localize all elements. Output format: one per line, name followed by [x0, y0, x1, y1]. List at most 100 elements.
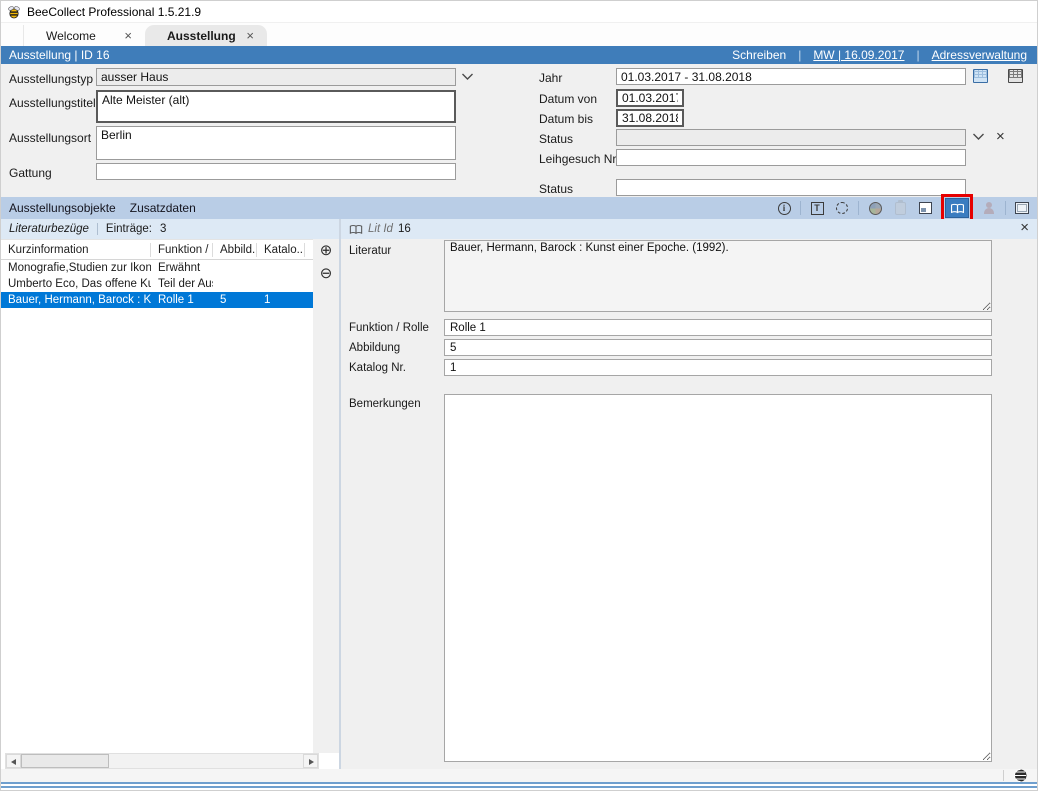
cell-funktion: Erwähnt — [151, 262, 213, 274]
section-toolbar: i T — [775, 194, 1031, 222]
abbildung-input[interactable] — [444, 339, 992, 356]
status-combobox[interactable] — [616, 129, 966, 146]
funktion-rolle-input[interactable] — [444, 319, 992, 336]
add-entry-button[interactable]: ⊕ — [318, 243, 334, 259]
gattung-label: Gattung — [9, 166, 52, 180]
clipboard-icon — [891, 199, 909, 217]
table-row[interactable]: Umberto Eco, Das offene Kunstw... Teil d… — [1, 276, 313, 292]
tab-ausstellung[interactable]: Ausstellung × — [145, 25, 267, 46]
section-bar: Ausstellungsobjekte Zusatzdaten i T — [1, 197, 1037, 219]
literatur-label: Literatur — [349, 245, 391, 257]
gattung-input[interactable] — [96, 163, 456, 180]
ausstellungstitel-textarea[interactable]: Alte Meister (alt) — [96, 90, 456, 123]
text-icon[interactable]: T — [808, 199, 826, 217]
record-header-bar: Ausstellung | ID 16 Schreiben | MW | 16.… — [1, 46, 1037, 64]
adressverwaltung-link[interactable]: Adressverwaltung — [932, 48, 1027, 62]
scrollbar-thumb[interactable] — [21, 754, 109, 768]
literature-table: Kurzinformation Funktion / ... Abbild...… — [1, 239, 313, 753]
tab-ausstellungsobjekte[interactable]: Ausstellungsobjekte — [9, 201, 116, 215]
bee-icon — [7, 5, 21, 19]
scroll-right-icon[interactable] — [303, 754, 318, 768]
window-bottom-border — [1, 782, 1037, 788]
header-separator: | — [798, 48, 801, 62]
column-abbildung[interactable]: Abbild... — [213, 243, 257, 257]
tab-ausstellung-close-icon[interactable]: × — [243, 29, 257, 42]
calendar-icon-blue[interactable] — [973, 69, 988, 83]
literaturbezuege-title: Literaturbezüge — [9, 223, 89, 235]
table-row[interactable]: Monografie,Studien zur Ikonolo... Erwähn… — [1, 260, 313, 276]
jahr-label: Jahr — [539, 71, 562, 85]
status-clear-icon[interactable]: × — [996, 130, 1005, 144]
bemerkungen-textarea[interactable] — [444, 394, 992, 762]
literature-detail-panel: Literatur Bauer, Hermann, Barock : Kunst… — [341, 239, 1038, 769]
toolbar-separator — [1005, 201, 1006, 215]
globe-icon[interactable] — [1014, 769, 1027, 782]
application-window: BeeCollect Professional 1.5.21.9 Welcome… — [0, 0, 1038, 791]
ausstellungsort-label: Ausstellungsort — [9, 131, 91, 145]
ausstellungstyp-combobox[interactable] — [96, 68, 456, 86]
scroll-left-icon[interactable] — [6, 754, 21, 768]
header-separator: | — [916, 48, 919, 62]
title-bar: BeeCollect Professional 1.5.21.9 — [1, 1, 1037, 23]
cell-abbildung: 5 — [213, 294, 257, 306]
tab-ausstellung-label: Ausstellung — [167, 29, 236, 43]
subheader-separator — [97, 223, 98, 235]
book-icon — [349, 224, 363, 235]
status2-label: Status — [539, 182, 573, 196]
tab-zusatzdaten[interactable]: Zusatzdaten — [130, 201, 196, 215]
detail-close-icon[interactable]: × — [1020, 221, 1029, 235]
katalog-nr-input[interactable] — [444, 359, 992, 376]
katalog-nr-label: Katalog Nr. — [349, 362, 406, 374]
abbildung-label: Abbildung — [349, 342, 400, 354]
leihgesuch-input[interactable] — [616, 149, 966, 166]
column-funktion[interactable]: Funktion / ... — [151, 243, 213, 257]
jahr-input[interactable] — [616, 68, 966, 85]
cell-katalog: 1 — [257, 294, 305, 306]
image-icon[interactable] — [916, 199, 934, 217]
document-tab-strip: Welcome × Ausstellung × — [1, 23, 1037, 46]
status-label: Status — [539, 132, 573, 146]
cell-kurzinformation: Monografie,Studien zur Ikonolo... — [1, 262, 151, 274]
palette-icon[interactable] — [866, 199, 884, 217]
red-highlight-box — [941, 194, 973, 222]
selection-circle-icon[interactable] — [833, 199, 851, 217]
ausstellungstyp-label: Ausstellungstyp — [9, 72, 93, 86]
exhibition-form: Ausstellungstyp Ausstellungstitel Alte M… — [1, 64, 1037, 197]
table-row-selected[interactable]: Bauer, Hermann, Barock : Kunst ... Rolle… — [1, 292, 313, 308]
literaturbezuege-header: Literaturbezüge Einträge: 3 — [1, 219, 339, 239]
column-kurzinformation[interactable]: Kurzinformation — [1, 243, 151, 257]
user-date-link[interactable]: MW | 16.09.2017 — [813, 48, 904, 62]
cell-kurzinformation: Bauer, Hermann, Barock : Kunst ... — [1, 294, 151, 306]
table-header-row: Kurzinformation Funktion / ... Abbild...… — [1, 240, 313, 260]
window-title: BeeCollect Professional 1.5.21.9 — [27, 5, 201, 19]
leihgesuch-label: Leihgesuch Nr. — [539, 152, 619, 166]
ausstellungstyp-chevron-down-icon[interactable] — [461, 72, 477, 84]
detail-type-label: Lit Id — [368, 223, 393, 235]
info-icon[interactable]: i — [775, 199, 793, 217]
toolbar-separator — [800, 201, 801, 215]
panel-icon[interactable] — [1013, 199, 1031, 217]
literatur-textarea[interactable]: Bauer, Hermann, Barock : Kunst einer Epo… — [444, 240, 992, 312]
horizontal-scrollbar[interactable] — [5, 753, 319, 769]
tab-welcome-close-icon[interactable]: × — [121, 29, 135, 42]
detail-record-id: 16 — [398, 223, 411, 235]
calendar-icon-grey[interactable] — [1008, 69, 1023, 83]
tab-welcome-label: Welcome — [46, 29, 96, 43]
status-chevron-down-icon[interactable] — [972, 132, 988, 144]
scrollbar-track[interactable] — [21, 754, 303, 768]
detail-panel-header: Lit Id 16 × — [341, 219, 1038, 239]
bemerkungen-label: Bemerkungen — [349, 398, 421, 410]
datum-von-input[interactable] — [616, 89, 684, 107]
datum-bis-input[interactable] — [616, 109, 684, 127]
entries-count: 3 — [160, 223, 166, 235]
remove-entry-button[interactable]: ⊖ — [318, 266, 334, 282]
cell-funktion: Rolle 1 — [151, 294, 213, 306]
ausstellungsort-textarea[interactable]: Berlin — [96, 126, 456, 160]
list-actions-gutter: ⊕ ⊖ — [313, 239, 339, 753]
ausstellungstitel-label: Ausstellungstitel — [9, 96, 96, 110]
column-katalog[interactable]: Katalo... — [257, 243, 305, 257]
literature-book-icon[interactable] — [945, 198, 969, 218]
datum-bis-label: Datum bis — [539, 112, 593, 126]
schreiben-mode-label: Schreiben — [732, 48, 786, 62]
tab-welcome[interactable]: Welcome × — [23, 25, 145, 46]
